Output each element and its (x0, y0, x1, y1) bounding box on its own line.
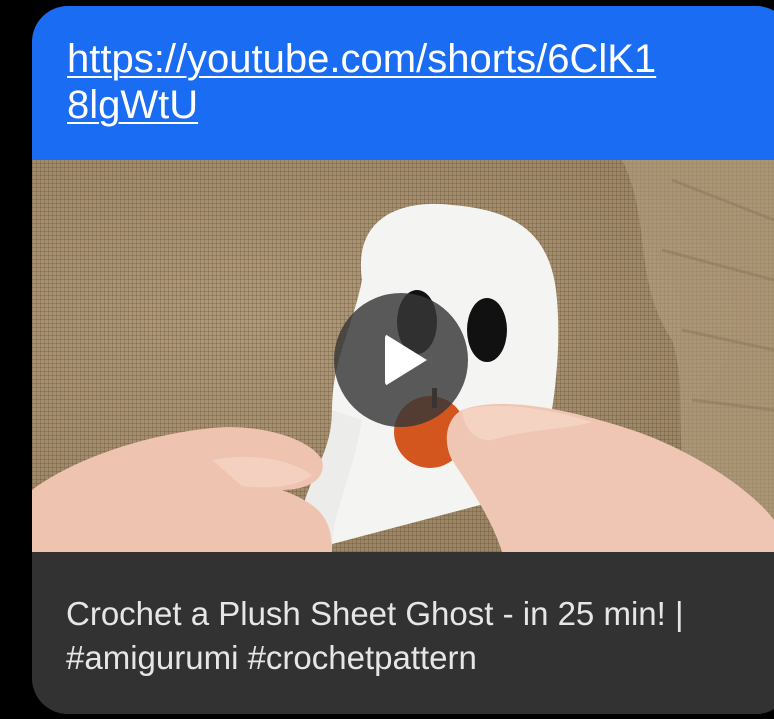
video-title: Crochet a Plush Sheet Ghost - in 25 min!… (66, 595, 684, 676)
play-button[interactable] (334, 293, 468, 427)
link-url[interactable]: https://youtube.com/shorts/6ClK18lgWtU (67, 36, 667, 128)
video-thumbnail[interactable] (32, 160, 774, 552)
play-icon (385, 334, 427, 386)
link-area[interactable]: https://youtube.com/shorts/6ClK18lgWtU (32, 6, 774, 160)
video-info[interactable]: Crochet a Plush Sheet Ghost - in 25 min!… (32, 552, 774, 714)
link-preview-bubble[interactable]: https://youtube.com/shorts/6ClK18lgWtU C… (32, 6, 774, 714)
